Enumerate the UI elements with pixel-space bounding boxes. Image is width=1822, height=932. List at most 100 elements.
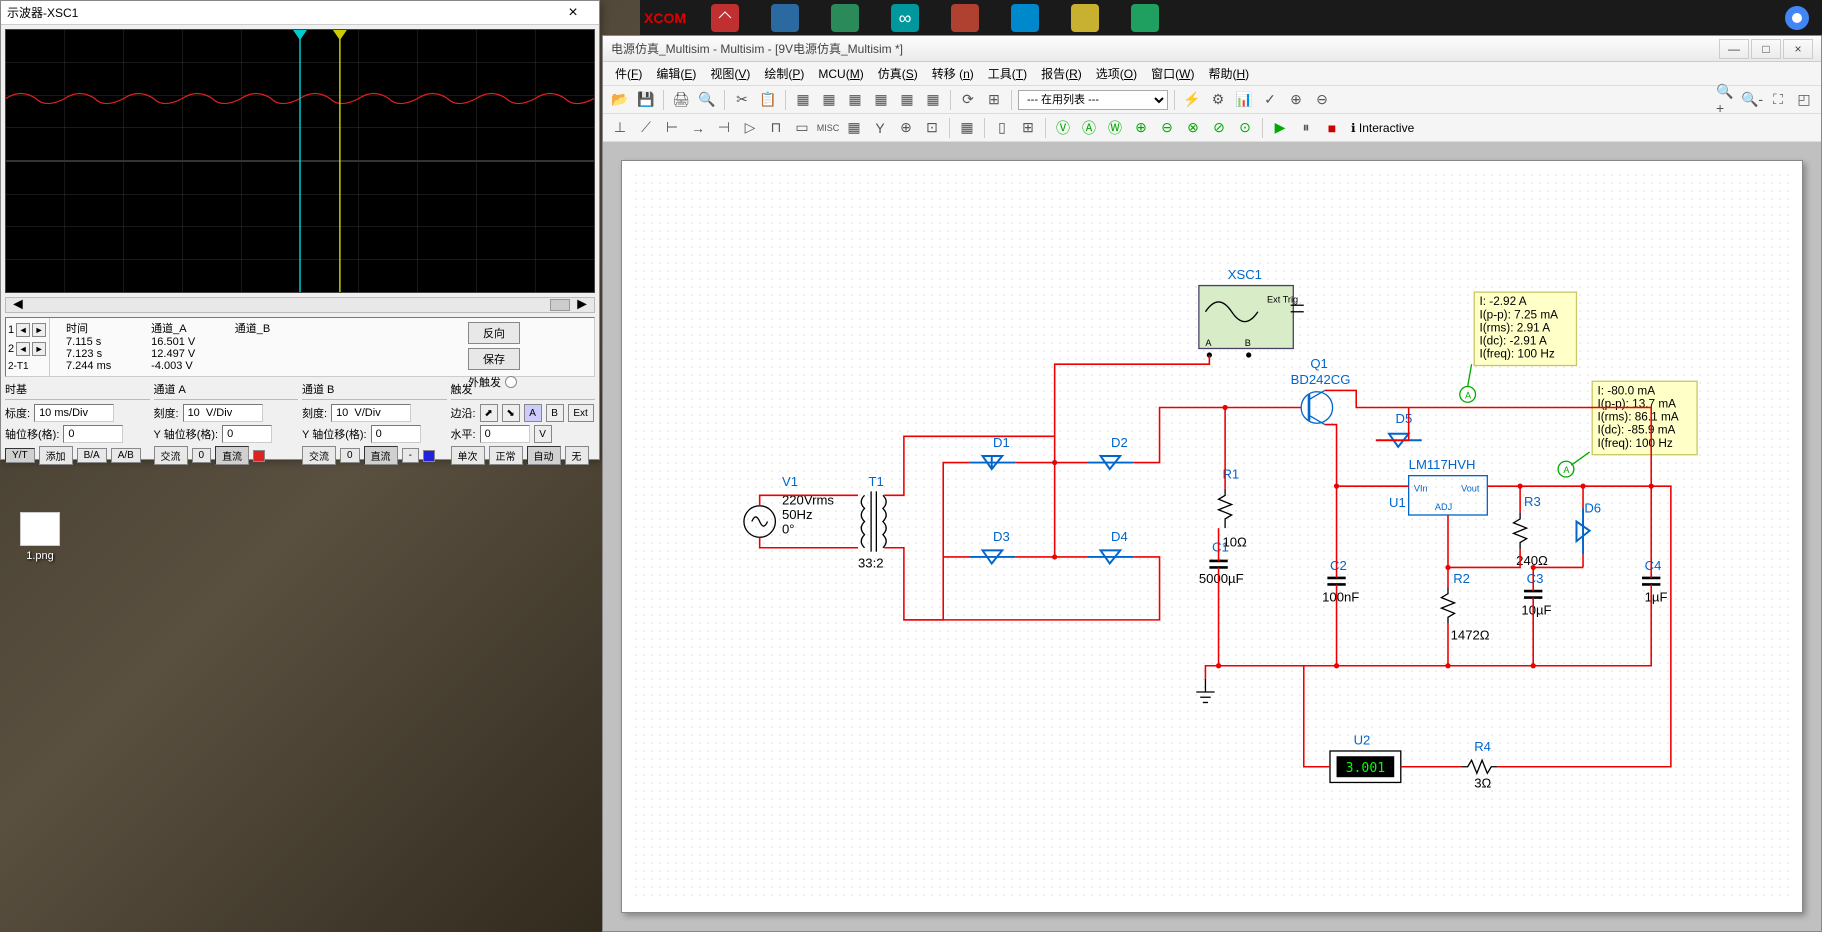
tb-icon[interactable]: ⚡ [1181, 89, 1203, 111]
trig-single-button[interactable]: 单次 [451, 446, 485, 465]
taskbar-icon-xcom[interactable]: XCOM [650, 3, 680, 33]
ab-button[interactable]: A/B [111, 448, 141, 463]
zoom-area-icon[interactable]: ◰ [1793, 89, 1815, 111]
comp-icon[interactable]: ⊓ [765, 117, 787, 139]
desktop-file-1png[interactable]: 1.png [10, 512, 70, 562]
cha-offset-input[interactable] [222, 425, 272, 443]
menu-options[interactable]: 选项(O) [1090, 63, 1143, 84]
tb-icon[interactable]: ⟳ [957, 89, 979, 111]
trig-normal-button[interactable]: 正常 [489, 446, 523, 465]
taskbar-icon-4[interactable] [830, 3, 860, 33]
taskbar-icon-arduino[interactable]: ∞ [890, 3, 920, 33]
cursor-1-left[interactable]: ◄ [16, 323, 30, 337]
taskbar-icon-9[interactable] [1130, 3, 1160, 33]
cursor-2-left[interactable]: ◄ [16, 342, 30, 356]
preview-icon[interactable]: 🔍 [696, 89, 718, 111]
cha-color[interactable] [253, 450, 265, 462]
inuse-list-select[interactable]: --- 在用列表 --- [1018, 90, 1168, 110]
comp-icon[interactable]: ⊥ [609, 117, 631, 139]
probe-i-icon[interactable]: Ⓐ [1078, 117, 1100, 139]
chb-scale-input[interactable] [331, 404, 411, 422]
tb-icon[interactable]: ▦ [818, 89, 840, 111]
chb-dc-button[interactable]: 直流 [364, 446, 398, 465]
taskbar-icon-chrome[interactable] [1782, 3, 1812, 33]
tb-icon[interactable]: ⊕ [1285, 89, 1307, 111]
time-offset-input[interactable] [63, 425, 123, 443]
maximize-icon[interactable]: □ [1751, 39, 1781, 59]
trig-none-button[interactable]: 无 [565, 446, 589, 465]
menu-view[interactable]: 视图(V) [704, 63, 756, 84]
comp-icon[interactable]: ⊢ [661, 117, 683, 139]
save-button[interactable]: 保存 [468, 348, 520, 370]
probe-icon[interactable]: ⊙ [1234, 117, 1256, 139]
print-icon[interactable]: 🖨 [670, 89, 692, 111]
taskbar-icon-2[interactable] [710, 3, 740, 33]
ms-canvas-area[interactable]: XSC1 Ext Trig A B Q1 BD242CG I: -2.92 A … [603, 142, 1821, 931]
probe-icon[interactable]: ⊕ [1130, 117, 1152, 139]
comp-icon[interactable]: ▷ [739, 117, 761, 139]
ba-button[interactable]: B/A [77, 448, 107, 463]
close-icon[interactable]: × [1783, 39, 1813, 59]
edge-rise-button[interactable]: ⬈ [480, 404, 498, 422]
cursor-1-right[interactable]: ► [32, 323, 46, 337]
menu-file[interactable]: 件(F) [609, 63, 648, 84]
cha-scale-input[interactable] [183, 404, 263, 422]
add-button[interactable]: 添加 [39, 446, 73, 465]
tb-icon[interactable]: ⊖ [1311, 89, 1333, 111]
osc-display[interactable] [5, 29, 595, 293]
menu-edit[interactable]: 编辑(E) [650, 63, 702, 84]
comp-icon[interactable]: ▦ [956, 117, 978, 139]
cha-ac-button[interactable]: 交流 [154, 446, 188, 465]
comp-icon[interactable]: ⊣ [713, 117, 735, 139]
taskbar-icon-8[interactable] [1070, 3, 1100, 33]
probe-icon[interactable]: ⊘ [1208, 117, 1230, 139]
trig-a-button[interactable]: A [524, 404, 542, 422]
tb-icon[interactable]: ▦ [922, 89, 944, 111]
chb-neg-button[interactable]: - [402, 448, 419, 463]
trig-ext-button[interactable]: Ext [568, 404, 594, 422]
zoom-out-icon[interactable]: 🔍- [1741, 89, 1763, 111]
minimize-icon[interactable]: — [1719, 39, 1749, 59]
comp-icon[interactable]: ⊕ [895, 117, 917, 139]
tb-icon[interactable]: ▦ [792, 89, 814, 111]
taskbar-icon-7[interactable] [1010, 3, 1040, 33]
cha-dc-button[interactable]: 直流 [215, 446, 249, 465]
stop-icon[interactable]: ■ [1321, 117, 1343, 139]
save-icon[interactable]: 💾 [635, 89, 657, 111]
time-scale-input[interactable] [34, 404, 114, 422]
tb-icon[interactable]: ▦ [870, 89, 892, 111]
osc-titlebar[interactable]: 示波器-XSC1 × [1, 1, 599, 25]
cut-icon[interactable]: ✂ [731, 89, 753, 111]
tb-icon[interactable]: ▦ [896, 89, 918, 111]
probe-icon[interactable]: ⊖ [1156, 117, 1178, 139]
menu-help[interactable]: 帮助(H) [1202, 63, 1255, 84]
comp-icon[interactable]: Y [869, 117, 891, 139]
close-icon[interactable]: × [553, 4, 593, 22]
zoom-in-icon[interactable]: 🔍+ [1715, 89, 1737, 111]
menu-simulate[interactable]: 仿真(S) [872, 63, 924, 84]
zoom-fit-icon[interactable]: ⛶ [1767, 89, 1789, 111]
taskbar-icon-6[interactable] [950, 3, 980, 33]
taskbar-icon-3[interactable] [770, 3, 800, 33]
chb-ac-button[interactable]: 交流 [302, 446, 336, 465]
probe-v-icon[interactable]: Ⓥ [1052, 117, 1074, 139]
menu-transfer[interactable]: 转移 (n) [926, 63, 980, 84]
probe-icon[interactable]: ⊗ [1182, 117, 1204, 139]
menu-reports[interactable]: 报告(R) [1035, 63, 1088, 84]
chb-color[interactable] [423, 450, 435, 462]
probe-w-icon[interactable]: Ⓦ [1104, 117, 1126, 139]
comp-icon[interactable]: ⊡ [921, 117, 943, 139]
trig-b-button[interactable]: B [546, 404, 564, 422]
tb-icon[interactable]: ✓ [1259, 89, 1281, 111]
menu-window[interactable]: 窗口(W) [1145, 63, 1200, 84]
comp-icon[interactable]: → [687, 117, 709, 139]
edge-fall-button[interactable]: ⬊ [502, 404, 520, 422]
osc-scrollbar[interactable]: ◄► [5, 297, 595, 313]
trig-level-input[interactable] [480, 425, 530, 443]
comp-icon[interactable]: ⟋ [635, 117, 657, 139]
menu-mcu[interactable]: MCU(M) [812, 65, 869, 83]
sim-mode-label[interactable]: ℹ Interactive [1347, 121, 1418, 135]
comp-icon[interactable]: ▭ [791, 117, 813, 139]
comp-icon[interactable]: ⊞ [1017, 117, 1039, 139]
comp-icon[interactable]: ▦ [843, 117, 865, 139]
